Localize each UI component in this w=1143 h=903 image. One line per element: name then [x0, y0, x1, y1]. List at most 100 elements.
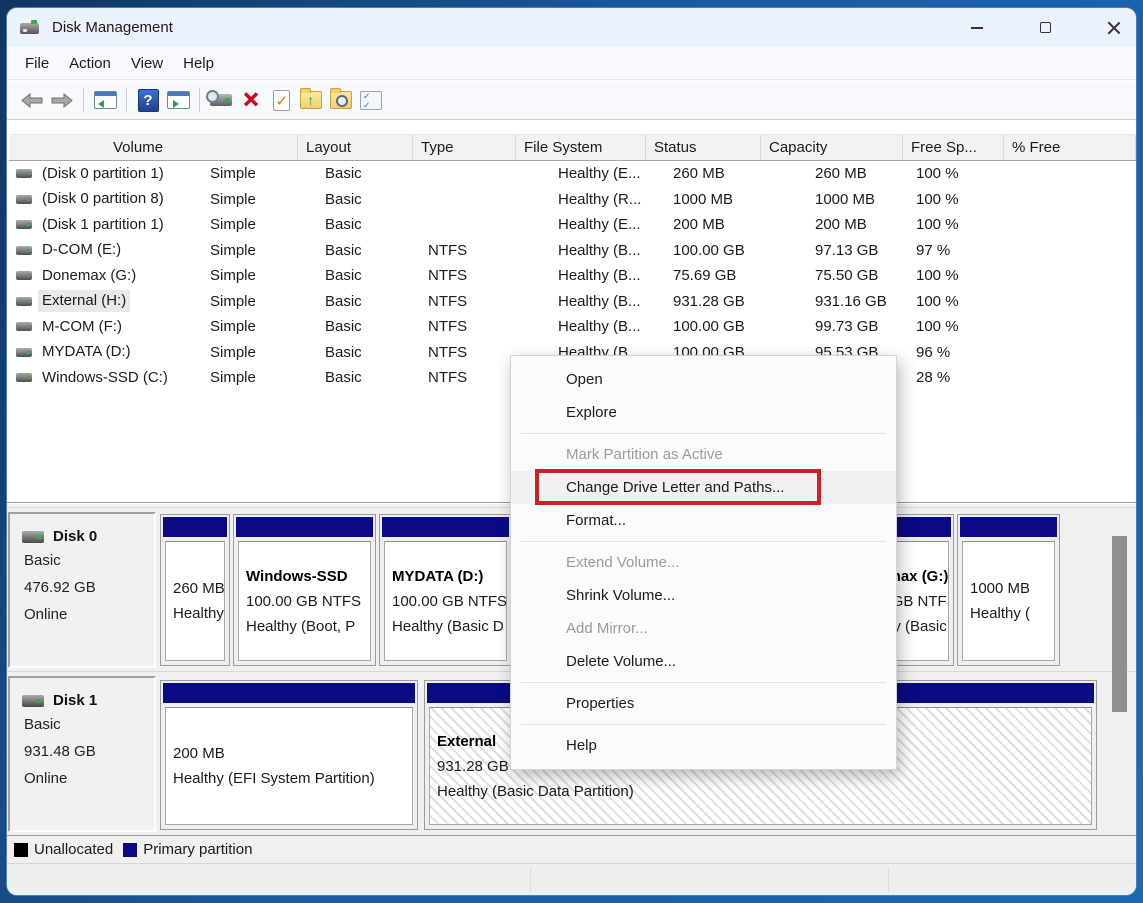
- context-menu-item[interactable]: [521, 682, 886, 683]
- partition-block[interactable]: 1000 MB Healthy (: [957, 514, 1060, 666]
- volume-free-space: 260 MB: [807, 161, 908, 187]
- volume-free-space: 97.13 GB: [807, 238, 908, 264]
- context-menu-item[interactable]: Format...: [511, 504, 896, 537]
- volume-filesystem: NTFS: [420, 263, 550, 289]
- volume-pct-free: 100 %: [908, 289, 1040, 315]
- volume-table-header: VolumeLayoutTypeFile SystemStatusCapacit…: [9, 134, 1136, 161]
- context-menu-item[interactable]: Delete Volume...: [511, 645, 896, 678]
- partition-body: Windows-SSD 100.00 GB NTFS Healthy (Boot…: [238, 541, 371, 661]
- minimize-button[interactable]: [954, 8, 1000, 47]
- menu-item[interactable]: View: [121, 51, 173, 76]
- table-row[interactable]: (Disk 1 partition 1) Simple Basic Health…: [9, 212, 1136, 238]
- table-row[interactable]: M-COM (F:) Simple Basic NTFS Healthy (B.…: [9, 314, 1136, 340]
- volume-name: MYDATA (D:): [38, 341, 135, 363]
- volume-type: Basic: [317, 340, 420, 366]
- titlebar[interactable]: Disk Management: [7, 8, 1136, 47]
- desktop-background: Disk Management FileActionViewHelp: [0, 0, 1143, 903]
- volume-name: Windows-SSD (C:): [38, 367, 172, 389]
- table-row[interactable]: (Disk 0 partition 1) Simple Basic Health…: [9, 161, 1136, 187]
- context-menu-item[interactable]: [521, 433, 886, 434]
- context-menu-item[interactable]: [521, 541, 886, 542]
- column-header[interactable]: Layout: [298, 135, 413, 160]
- partition-status-line: Healthy (: [970, 601, 1047, 626]
- maximize-button[interactable]: [1022, 8, 1068, 47]
- volume-type: Basic: [317, 289, 420, 315]
- table-row[interactable]: Donemax (G:) Simple Basic NTFS Healthy (…: [9, 263, 1136, 289]
- context-menu-item[interactable]: Mark Partition as Active: [511, 438, 896, 471]
- context-menu-item[interactable]: Help: [511, 729, 896, 762]
- help-button[interactable]: [134, 87, 162, 114]
- back-button[interactable]: [18, 87, 46, 114]
- properties-list-button[interactable]: [357, 87, 385, 114]
- table-row[interactable]: (Disk 0 partition 8) Simple Basic Health…: [9, 187, 1136, 213]
- volume-status: Healthy (B...: [550, 263, 665, 289]
- disk-icon: [22, 531, 44, 543]
- partition-body: 200 MB Healthy (EFI System Partition): [165, 707, 413, 825]
- context-menu-item-label: Shrink Volume...: [566, 587, 675, 604]
- search-folder-button[interactable]: [327, 87, 355, 114]
- context-menu-item[interactable]: Properties: [511, 687, 896, 720]
- context-menu-item[interactable]: Open: [511, 363, 896, 396]
- legend-swatch: [123, 843, 137, 857]
- partition-block[interactable]: 260 MB Healthy (: [160, 514, 230, 666]
- disk-name: Disk 0: [53, 528, 97, 545]
- volume-layout: Simple: [202, 187, 317, 213]
- column-header[interactable]: Status: [646, 135, 761, 160]
- volume-drive-icon: [16, 271, 32, 280]
- partition-primary-bar: [163, 517, 227, 537]
- column-header[interactable]: Type: [413, 135, 516, 160]
- volume-status: Healthy (B...: [550, 314, 665, 340]
- rescan-disks-button[interactable]: [207, 87, 235, 114]
- column-header[interactable]: Free Sp...: [903, 135, 1004, 160]
- back-arrow-icon: [21, 93, 43, 108]
- column-header[interactable]: % Free: [1004, 135, 1136, 160]
- delete-x-icon: [242, 90, 260, 111]
- context-menu-item-label: Help: [566, 737, 597, 754]
- volume-pct-free: 100 %: [908, 161, 1040, 187]
- disk-1-card[interactable]: Disk 1 Basic 931.48 GB Online: [8, 676, 156, 832]
- disk-management-window: Disk Management FileActionViewHelp: [7, 8, 1136, 895]
- partition-block[interactable]: 200 MB Healthy (EFI System Partition): [160, 680, 418, 830]
- volume-filesystem: NTFS: [420, 289, 550, 315]
- close-button[interactable]: [1090, 8, 1136, 47]
- context-menu-item[interactable]: Shrink Volume...: [511, 579, 896, 612]
- context-menu-item[interactable]: Extend Volume...: [511, 546, 896, 579]
- legend-item: Primary partition: [123, 841, 252, 858]
- menu-item[interactable]: Help: [173, 51, 224, 76]
- table-row[interactable]: D-COM (E:) Simple Basic NTFS Healthy (B.…: [9, 238, 1136, 264]
- volume-free-space: 99.73 GB: [807, 314, 908, 340]
- column-header[interactable]: Volume: [105, 135, 298, 160]
- volume-pct-free: 97 %: [908, 238, 1040, 264]
- context-menu-item[interactable]: Change Drive Letter and Paths...: [511, 471, 896, 504]
- column-header[interactable]: Capacity: [761, 135, 903, 160]
- volume-layout: Simple: [202, 314, 317, 340]
- volume-status: Healthy (B...: [550, 238, 665, 264]
- volume-type: Basic: [317, 187, 420, 213]
- disk-status: Online: [10, 765, 154, 792]
- partition-block[interactable]: Windows-SSD 100.00 GB NTFS Healthy (Boot…: [233, 514, 376, 666]
- console-tree-toggle-button[interactable]: [91, 87, 119, 114]
- menu-item[interactable]: File: [15, 51, 59, 76]
- partition-block[interactable]: MYDATA (D:) 100.00 GB NTFS Healthy (Basi…: [379, 514, 512, 666]
- menu-bar: FileActionViewHelp: [7, 47, 1136, 80]
- forward-button[interactable]: [48, 87, 76, 114]
- context-menu-item[interactable]: [521, 724, 886, 725]
- menu-item[interactable]: Action: [59, 51, 121, 76]
- volume-drive-icon: [16, 169, 32, 178]
- vertical-scrollbar-thumb[interactable]: [1112, 536, 1127, 712]
- volume-pct-free: 100 %: [908, 314, 1040, 340]
- context-menu-item[interactable]: Explore: [511, 396, 896, 429]
- volume-drive-icon: [16, 297, 32, 306]
- volume-type: Basic: [317, 263, 420, 289]
- volume-layout: Simple: [202, 263, 317, 289]
- action-pane-toggle-button[interactable]: [164, 87, 192, 114]
- disk-0-card[interactable]: Disk 0 Basic 476.92 GB Online: [8, 512, 156, 668]
- context-menu-item[interactable]: Add Mirror...: [511, 612, 896, 645]
- import-foreign-disks-button[interactable]: [297, 87, 325, 114]
- context-menu-item-label: Delete Volume...: [566, 653, 676, 670]
- table-row[interactable]: External (H:) Simple Basic NTFS Healthy …: [9, 289, 1136, 315]
- delete-button[interactable]: [237, 87, 265, 114]
- check-file-system-button[interactable]: [267, 87, 295, 114]
- column-header[interactable]: File System: [516, 135, 646, 160]
- volume-capacity: 100.00 GB: [665, 314, 807, 340]
